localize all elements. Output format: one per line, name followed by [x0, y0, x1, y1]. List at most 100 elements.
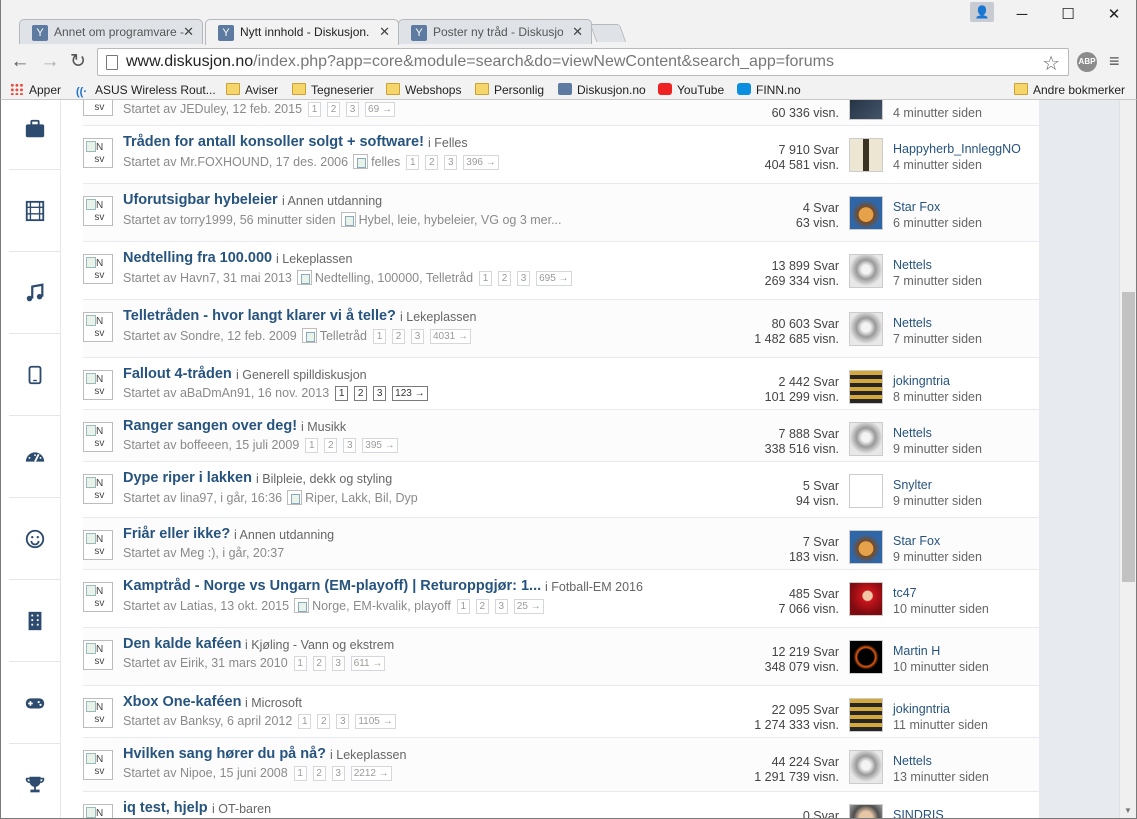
topic-forum-link[interactable]: i Fotball-EM 2016: [545, 580, 643, 594]
topic-row[interactable]: N sv Xbox One-kaféen Startet av Banksy, 6 …: [83, 686, 1039, 738]
pagination-link[interactable]: 2: [391, 329, 405, 344]
topic-title-link[interactable]: Friår eller ikke?: [123, 526, 230, 542]
last-poster-name[interactable]: Nettels: [893, 258, 932, 272]
topic-forum-link[interactable]: i Microsoft: [245, 696, 302, 710]
topic-row[interactable]: N svStartet av JEDuley, 12 feb. 20151236…: [83, 100, 1039, 126]
last-poster-name[interactable]: Nettels: [893, 426, 932, 440]
topic-title-link[interactable]: Ranger sangen over deg!: [123, 418, 297, 434]
last-poster-avatar[interactable]: [849, 474, 883, 508]
topic-title-link[interactable]: Hvilken sang hører du på nå?: [123, 746, 326, 762]
pagination-link[interactable]: 1105 →: [355, 714, 396, 729]
sidebar-item-music[interactable]: [9, 252, 61, 334]
topic-forum-link[interactable]: i Generell spilldiskusjon: [236, 368, 367, 382]
pagination-link[interactable]: 3: [494, 599, 508, 614]
last-poster-avatar[interactable]: [849, 750, 883, 784]
last-poster-avatar[interactable]: [849, 422, 883, 456]
topic-tags[interactable]: felles: [371, 155, 400, 169]
last-poster-name[interactable]: SINDRIS: [893, 808, 944, 818]
topic-row[interactable]: N sv Ranger sangen over deg! Startet av bo…: [83, 410, 1039, 462]
sidebar-item-business[interactable]: [9, 100, 61, 170]
topic-title-link[interactable]: iq test, hjelp: [123, 800, 208, 816]
topic-tags[interactable]: Telletråd: [320, 329, 367, 343]
bookmark-webshops[interactable]: Webshops: [386, 82, 461, 98]
tab-poster-ny-trad[interactable]: Y Poster ny tråd - Diskusjon ✕: [398, 19, 592, 45]
sidebar-item-film[interactable]: [9, 170, 61, 252]
bookmark-finn[interactable]: FINN.no: [737, 82, 801, 98]
adblock-icon[interactable]: ABP: [1077, 52, 1097, 72]
topic-tags[interactable]: Norge, EM-kvalik, playoff: [312, 599, 451, 613]
scrollbar-thumb[interactable]: [1122, 292, 1135, 582]
topic-title-link[interactable]: Den kalde kaféen: [123, 636, 241, 652]
address-bar[interactable]: www.diskusjon.no/index.php?app=core&modu…: [97, 48, 1069, 76]
topic-row[interactable]: N sv Nedtelling fra 100.000 Startet av Hav…: [83, 242, 1039, 300]
sidebar-item-performance[interactable]: [9, 416, 61, 498]
pagination-link[interactable]: 1: [298, 714, 312, 729]
topic-tags[interactable]: Hybel, leie, hybeleier, VG og 3 mer...: [359, 213, 562, 227]
pagination-link[interactable]: 4031 →: [429, 329, 472, 344]
forward-arrow-icon[interactable]: →: [39, 51, 61, 73]
pagination-link[interactable]: 1: [293, 656, 307, 671]
close-tab-icon[interactable]: ✕: [183, 20, 194, 44]
menu-icon[interactable]: ≡: [1109, 52, 1125, 70]
pagination-link[interactable]: 3: [331, 766, 345, 781]
last-poster-name[interactable]: tc47: [893, 586, 917, 600]
pagination-link[interactable]: 3: [410, 329, 424, 344]
topic-forum-link[interactable]: i OT-baren: [212, 802, 271, 816]
pagination-link[interactable]: 2: [425, 155, 439, 170]
close-tab-icon[interactable]: ✕: [379, 20, 390, 44]
bookmark-asus[interactable]: ((· ASUS Wireless Rout...: [76, 82, 216, 98]
tab-nytt-innhold[interactable]: Y Nytt innhold - Diskusjon.n ✕: [205, 19, 399, 45]
topic-title-link[interactable]: Telletråden - hvor langt klarer vi å tel…: [123, 308, 396, 324]
sidebar-item-games[interactable]: [9, 662, 61, 744]
last-poster-name[interactable]: Nettels: [893, 316, 932, 330]
topic-title-link[interactable]: Xbox One-kaféen: [123, 694, 241, 710]
sidebar-item-society[interactable]: [9, 580, 61, 662]
topic-row[interactable]: N sv Hvilken sang hører du på nå? Startet …: [83, 738, 1039, 792]
bookmark-diskusjon[interactable]: Diskusjon.no: [558, 82, 646, 98]
pagination-link[interactable]: 3: [346, 102, 360, 117]
last-poster-avatar[interactable]: [849, 312, 883, 346]
topic-row[interactable]: N sv Tråden for antall konsoller solgt + …: [83, 126, 1039, 184]
topic-row[interactable]: N sv Fallout 4-tråden Startet av aBaDmAn91…: [83, 358, 1039, 410]
last-poster-name[interactable]: Snylter: [893, 478, 932, 492]
pagination-link[interactable]: 3: [331, 656, 345, 671]
pagination-link[interactable]: 2: [498, 271, 512, 286]
pagination-link[interactable]: 3: [517, 271, 531, 286]
topic-title-link[interactable]: Tråden for antall konsoller solgt + soft…: [123, 134, 424, 150]
user-profile-icon[interactable]: 👤: [970, 2, 994, 22]
bookmark-star-icon[interactable]: ☆: [1042, 51, 1060, 76]
minimize-icon[interactable]: ─: [1007, 4, 1037, 26]
last-poster-avatar[interactable]: [849, 254, 883, 288]
topic-forum-link[interactable]: i Lekeplassen: [400, 310, 476, 324]
pagination-link[interactable]: 3: [444, 155, 458, 170]
pagination-link[interactable]: 2: [327, 102, 341, 117]
pagination-link[interactable]: 2: [312, 766, 326, 781]
tab-annet-om-programvare[interactable]: Y Annet om programvare - ✕: [19, 19, 203, 45]
topic-forum-link[interactable]: i Bilpleie, dekk og styling: [256, 472, 392, 486]
pagination-link[interactable]: 1: [293, 766, 307, 781]
other-bookmarks[interactable]: Andre bokmerker: [1014, 82, 1125, 98]
sidebar-item-leisure[interactable]: [9, 498, 61, 580]
pagination-link[interactable]: 2: [475, 599, 489, 614]
back-arrow-icon[interactable]: ←: [9, 51, 31, 73]
pagination-link[interactable]: 395 →: [362, 438, 398, 453]
pagination-link[interactable]: 1: [335, 386, 349, 401]
pagination-link[interactable]: 25 →: [513, 599, 544, 614]
last-poster-avatar[interactable]: [849, 698, 883, 732]
last-poster-avatar[interactable]: [849, 804, 883, 818]
maximize-icon[interactable]: ☐: [1053, 4, 1083, 26]
sidebar-item-mobile[interactable]: [9, 334, 61, 416]
topic-tags[interactable]: Nedtelling, 100000, Telletråd: [315, 271, 473, 285]
topic-title-link[interactable]: Uforutsigbar hybeleier: [123, 192, 278, 208]
bookmark-tegneserier[interactable]: Tegneserier: [292, 82, 374, 98]
pagination-link[interactable]: 3: [343, 438, 357, 453]
vertical-scrollbar[interactable]: ▼: [1119, 100, 1136, 818]
last-poster-avatar[interactable]: [849, 370, 883, 404]
pagination-link[interactable]: 1: [305, 438, 319, 453]
last-poster-name[interactable]: Star Fox: [893, 200, 940, 214]
topic-row[interactable]: N sv Dype riper i lakken Startet av lina97…: [83, 462, 1039, 518]
bookmark-aviser[interactable]: Aviser: [226, 82, 278, 98]
topic-title-link[interactable]: Dype riper i lakken: [123, 470, 252, 486]
last-poster-avatar[interactable]: [849, 196, 883, 230]
pagination-link[interactable]: 1: [372, 329, 386, 344]
